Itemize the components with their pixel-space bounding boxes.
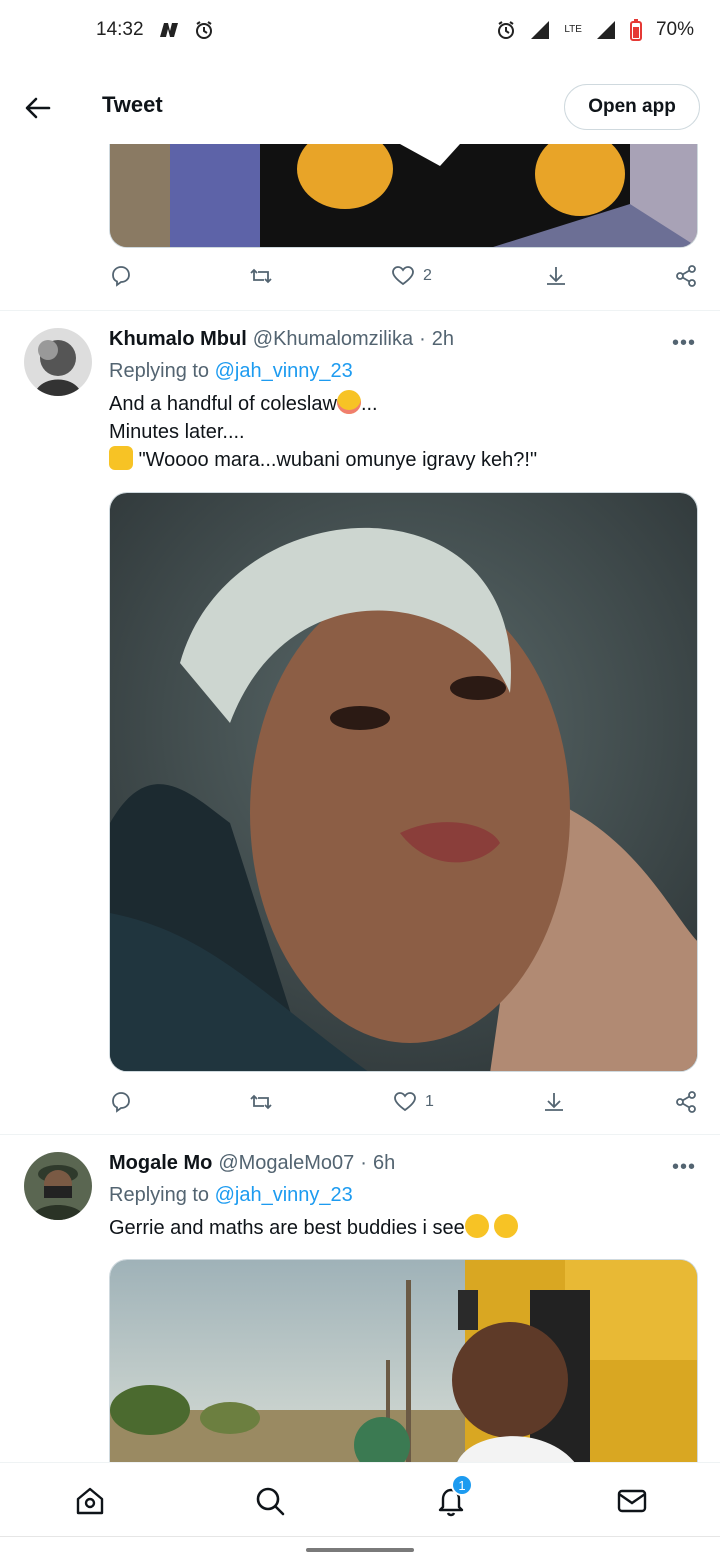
notification-badge: 1 (451, 1474, 473, 1496)
replying-to: Replying to @jah_vinny_23 (109, 360, 353, 383)
user-handle[interactable]: @Khumalomzilika (253, 328, 413, 351)
battery-icon (629, 19, 642, 41)
signal-icon (530, 20, 550, 40)
retweet-button[interactable] (249, 1090, 273, 1114)
battery-percent: 70% (655, 19, 694, 40)
tweet-divider (0, 310, 720, 311)
mention-link[interactable]: @jah_vinny_23 (215, 1184, 353, 1206)
photo-crying-woman (110, 493, 697, 1071)
tweet-line: And a handful of coleslaw (109, 393, 337, 415)
mention-link[interactable]: @jah_vinny_23 (215, 360, 353, 382)
open-app-button[interactable]: Open app (564, 84, 700, 130)
tweet-line: Gerrie and maths are best buddies i see (109, 1217, 465, 1239)
reply-icon (112, 1092, 130, 1113)
avatar[interactable] (24, 1152, 92, 1220)
tweet-line: ... (360, 393, 378, 415)
home-icon (76, 1487, 104, 1515)
tweet-image[interactable] (109, 492, 698, 1072)
heart-icon (392, 266, 414, 286)
status-bar: 14:32 LTE 70% (0, 0, 720, 60)
mail-icon (617, 1489, 647, 1513)
share-button[interactable] (674, 1090, 698, 1114)
download-button[interactable] (542, 1090, 566, 1114)
avatar[interactable] (24, 328, 92, 396)
netflix-notification-icon (158, 21, 180, 39)
nav-home[interactable] (72, 1483, 108, 1519)
tweet-image[interactable] (109, 144, 698, 248)
tweet-line: "Woooo mara...wubani omunye igravy keh?!… (138, 449, 538, 471)
retweet-icon (250, 268, 272, 284)
photo-train-window (110, 1260, 697, 1469)
network-type: LTE (564, 24, 582, 35)
tweet-time[interactable]: 2h (432, 328, 454, 351)
reply-button[interactable] (109, 264, 133, 288)
alarm-icon (194, 20, 214, 40)
like-count: 2 (423, 267, 432, 284)
download-icon (547, 267, 565, 285)
replying-prefix: Replying to (109, 360, 210, 382)
display-name[interactable]: Khumalo Mbul (109, 328, 247, 351)
tweet-divider (0, 1134, 720, 1135)
like-count: 1 (425, 1093, 434, 1110)
bottom-navigation (0, 1462, 720, 1536)
nav-messages[interactable] (614, 1483, 650, 1519)
back-arrow-icon (25, 97, 51, 119)
tweet-text: Gerrie and maths are best buddies i see (109, 1214, 519, 1242)
retweet-icon (250, 1094, 272, 1110)
back-button[interactable] (22, 92, 54, 124)
smiley-emoji-icon (464, 1214, 489, 1238)
tweet-header: Khumalo Mbul @Khumalomzilika · 2h (109, 328, 454, 351)
smiley-emoji-icon (494, 1214, 519, 1238)
nav-search[interactable] (252, 1483, 288, 1519)
lte-icon: LTE (564, 25, 582, 35)
tweet-actions: 1 (109, 1090, 699, 1120)
signal-icon (596, 20, 616, 40)
tweet-image[interactable] (109, 1259, 698, 1469)
heart-icon (394, 1092, 416, 1112)
retweet-button[interactable] (249, 264, 273, 288)
share-button[interactable] (674, 264, 698, 288)
home-gesture-pill[interactable] (306, 1548, 414, 1552)
person-gesturing-emoji-icon (109, 446, 133, 470)
alarm-icon (496, 20, 516, 40)
download-icon (545, 1093, 563, 1111)
like-button[interactable]: 1 (393, 1090, 434, 1114)
page-title: Tweet (102, 92, 163, 117)
search-icon (256, 1487, 285, 1516)
reply-button[interactable] (109, 1090, 133, 1114)
download-button[interactable] (544, 264, 568, 288)
status-time: 14:32 (96, 19, 144, 40)
tweet-line: Minutes later.... (109, 421, 245, 443)
cartoon-image (110, 144, 697, 247)
more-options-icon[interactable]: ••• (672, 1156, 698, 1178)
share-icon (676, 265, 696, 287)
tweet-time[interactable]: 6h (373, 1152, 395, 1175)
replying-prefix: Replying to (109, 1184, 210, 1206)
like-button[interactable]: 2 (391, 264, 432, 288)
smiling-blush-emoji-icon (336, 390, 361, 414)
tweet-header: Mogale Mo @MogaleMo07 · 6h (109, 1152, 395, 1175)
share-icon (676, 1091, 696, 1113)
more-options-icon[interactable]: ••• (672, 332, 698, 354)
replying-to: Replying to @jah_vinny_23 (109, 1184, 353, 1207)
separator-dot: · (360, 1152, 367, 1174)
display-name[interactable]: Mogale Mo (109, 1152, 212, 1175)
tweet-actions: 2 (109, 264, 699, 294)
reply-icon (112, 266, 130, 287)
separator-dot: · (419, 328, 426, 350)
tweet-text: And a handful of coleslaw... Minutes lat… (109, 390, 537, 474)
user-handle[interactable]: @MogaleMo07 (218, 1152, 354, 1175)
